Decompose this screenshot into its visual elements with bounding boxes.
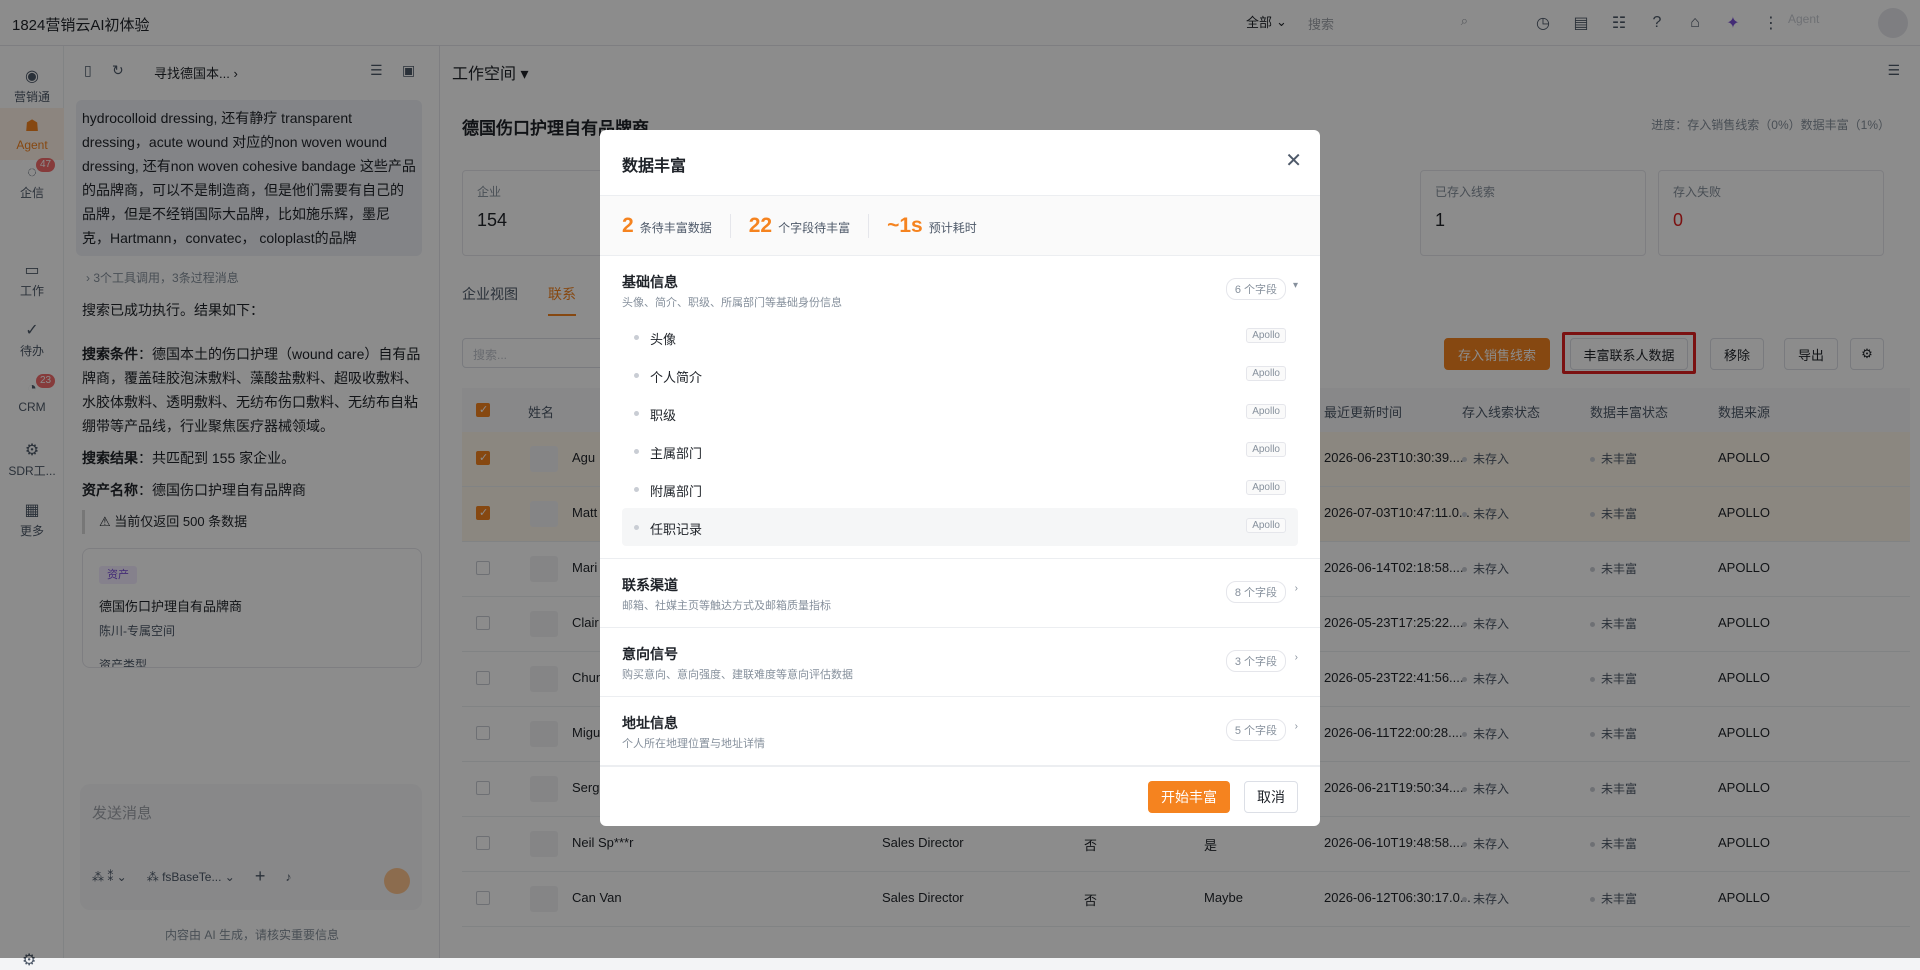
- stat-pending-records: 2 条待丰富数据: [622, 213, 731, 238]
- source-badge: Apollo: [1246, 518, 1286, 533]
- source-badge: Apollo: [1246, 404, 1286, 419]
- section-2: 联系渠道邮箱、社媒主页等触达方式及邮箱质量指标 8 个字段 ›: [600, 559, 1320, 628]
- stat-eta: ~1s 预计耗时: [887, 213, 977, 237]
- source-badge: Apollo: [1246, 442, 1286, 457]
- field-name: 头像: [650, 332, 677, 347]
- chevron-icon[interactable]: ›: [1295, 583, 1298, 594]
- section-title: 联系渠道: [622, 577, 678, 593]
- section-header[interactable]: 联系渠道邮箱、社媒主页等触达方式及邮箱质量指标 8 个字段 ›: [600, 559, 1320, 627]
- section-header[interactable]: 地址信息个人所在地理位置与地址详情 5 个字段 ›: [600, 697, 1320, 765]
- section-title: 意向信号: [622, 646, 678, 662]
- bullet-icon: [634, 487, 639, 492]
- section-desc: 头像、简介、职级、所属部门等基础身份信息: [622, 297, 842, 309]
- modal-sections: 基础信息 头像、简介、职级、所属部门等基础身份信息 6 个字段 ▾ 头像 Apollo 个人…: [600, 256, 1320, 766]
- section-4: 地址信息个人所在地理位置与地址详情 5 个字段 ›: [600, 697, 1320, 766]
- section-title: 地址信息: [622, 715, 678, 731]
- bullet-icon: [634, 525, 639, 530]
- field-name: 主属部门: [650, 446, 703, 461]
- section-desc: 个人所在地理位置与地址详情: [622, 738, 765, 750]
- field-name: 职级: [650, 408, 677, 423]
- source-badge: Apollo: [1246, 328, 1286, 343]
- field-name: 任职记录: [650, 522, 703, 537]
- field-item[interactable]: 任职记录 Apollo: [622, 508, 1298, 546]
- modal-stats: 2 条待丰富数据 22 个字段待丰富 ~1s 预计耗时: [600, 196, 1320, 256]
- source-badge: Apollo: [1246, 366, 1286, 381]
- chevron-icon[interactable]: ›: [1295, 652, 1298, 663]
- section-desc: 购买意向、意向强度、建联难度等意向评估数据: [622, 669, 853, 681]
- section-count: 5 个字段: [1225, 719, 1286, 741]
- section-header[interactable]: 意向信号购买意向、意向强度、建联难度等意向评估数据 3 个字段 ›: [600, 628, 1320, 696]
- bullet-icon: [634, 335, 639, 340]
- modal-header: 数据丰富 ✕: [600, 130, 1320, 196]
- chevron-icon[interactable]: ›: [1295, 721, 1298, 732]
- section-desc: 邮箱、社媒主页等触达方式及邮箱质量指标: [622, 600, 831, 612]
- field-item[interactable]: 附属部门 Apollo: [622, 470, 1298, 508]
- bullet-icon: [634, 411, 639, 416]
- section-count: 6 个字段: [1225, 278, 1286, 300]
- stat-pending-fields: 22 个字段待丰富: [749, 213, 870, 238]
- section-title: 基础信息: [622, 274, 678, 290]
- field-item[interactable]: 主属部门 Apollo: [622, 432, 1298, 470]
- bullet-icon: [634, 449, 639, 454]
- modal-footer: 开始丰富 取消: [600, 766, 1320, 826]
- field-item[interactable]: 头像 Apollo: [622, 318, 1298, 356]
- modal-title: 数据丰富: [622, 158, 687, 175]
- section-count: 8 个字段: [1225, 581, 1286, 603]
- field-name: 附属部门: [650, 484, 703, 499]
- section-3: 意向信号购买意向、意向强度、建联难度等意向评估数据 3 个字段 ›: [600, 628, 1320, 697]
- bullet-icon: [634, 373, 639, 378]
- section-header[interactable]: 基础信息头像、简介、职级、所属部门等基础身份信息 6 个字段 ▾: [600, 256, 1320, 324]
- source-badge: Apollo: [1246, 480, 1286, 495]
- field-name: 个人简介: [650, 370, 703, 385]
- enrich-modal: 数据丰富 ✕ 2 条待丰富数据 22 个字段待丰富 ~1s 预计耗时 基础信息头像、简…: [600, 130, 1320, 826]
- field-item[interactable]: 职级 Apollo: [622, 394, 1298, 432]
- cancel-button[interactable]: 取消: [1244, 781, 1298, 813]
- field-item[interactable]: 个人简介 Apollo: [622, 356, 1298, 394]
- start-enrich-button[interactable]: 开始丰富: [1148, 781, 1230, 813]
- close-icon[interactable]: ✕: [1285, 148, 1302, 173]
- section-1: 基础信息 头像、简介、职级、所属部门等基础身份信息 6 个字段 ▾ 头像 Apollo 个人…: [600, 256, 1320, 559]
- chevron-icon[interactable]: ▾: [1293, 280, 1298, 291]
- section-count: 3 个字段: [1225, 650, 1286, 672]
- field-list: 头像 Apollo 个人简介 Apollo 职级 Apollo 主属部门 Apollo 附属部门…: [600, 318, 1320, 558]
